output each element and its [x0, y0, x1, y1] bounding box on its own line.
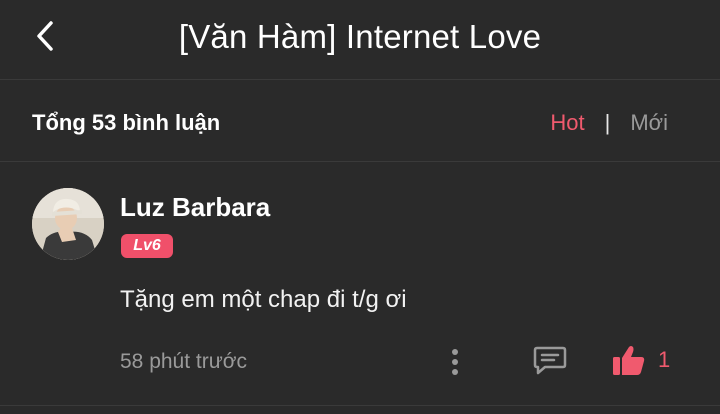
top-bar: [Văn Hàm] Internet Love: [0, 0, 720, 80]
more-options-button[interactable]: [440, 342, 470, 382]
reply-button[interactable]: [530, 340, 570, 380]
comment-item: Luz Barbara Lv6 Tặng em một chap đi t/g …: [0, 162, 720, 406]
comment-timestamp: 58 phút trước: [120, 350, 248, 373]
comment-total: Tổng 53 bình luận: [32, 110, 221, 135]
page-title: [Văn Hàm] Internet Love: [178, 18, 542, 55]
level-badge: Lv6: [121, 234, 173, 258]
sort-separator: |: [604, 110, 611, 135]
avatar[interactable]: [32, 188, 104, 260]
sort-hot-tab[interactable]: Hot: [550, 110, 584, 136]
comment-text: Tặng em một chap đi t/g ơi: [120, 286, 407, 313]
sort-new-tab[interactable]: Mới: [630, 110, 668, 136]
sort-switcher: Hot | Mới: [550, 110, 668, 136]
comment-username[interactable]: Luz Barbara: [120, 192, 270, 223]
like-count: 1: [658, 347, 671, 372]
comment-icon: [533, 346, 567, 375]
like-button[interactable]: 1: [612, 340, 670, 380]
thumbs-up-icon: [613, 346, 645, 375]
comment-summary-bar: Tổng 53 bình luận Hot | Mới: [0, 80, 720, 162]
avatar-image: [32, 188, 104, 260]
more-vertical-icon: [452, 349, 458, 375]
